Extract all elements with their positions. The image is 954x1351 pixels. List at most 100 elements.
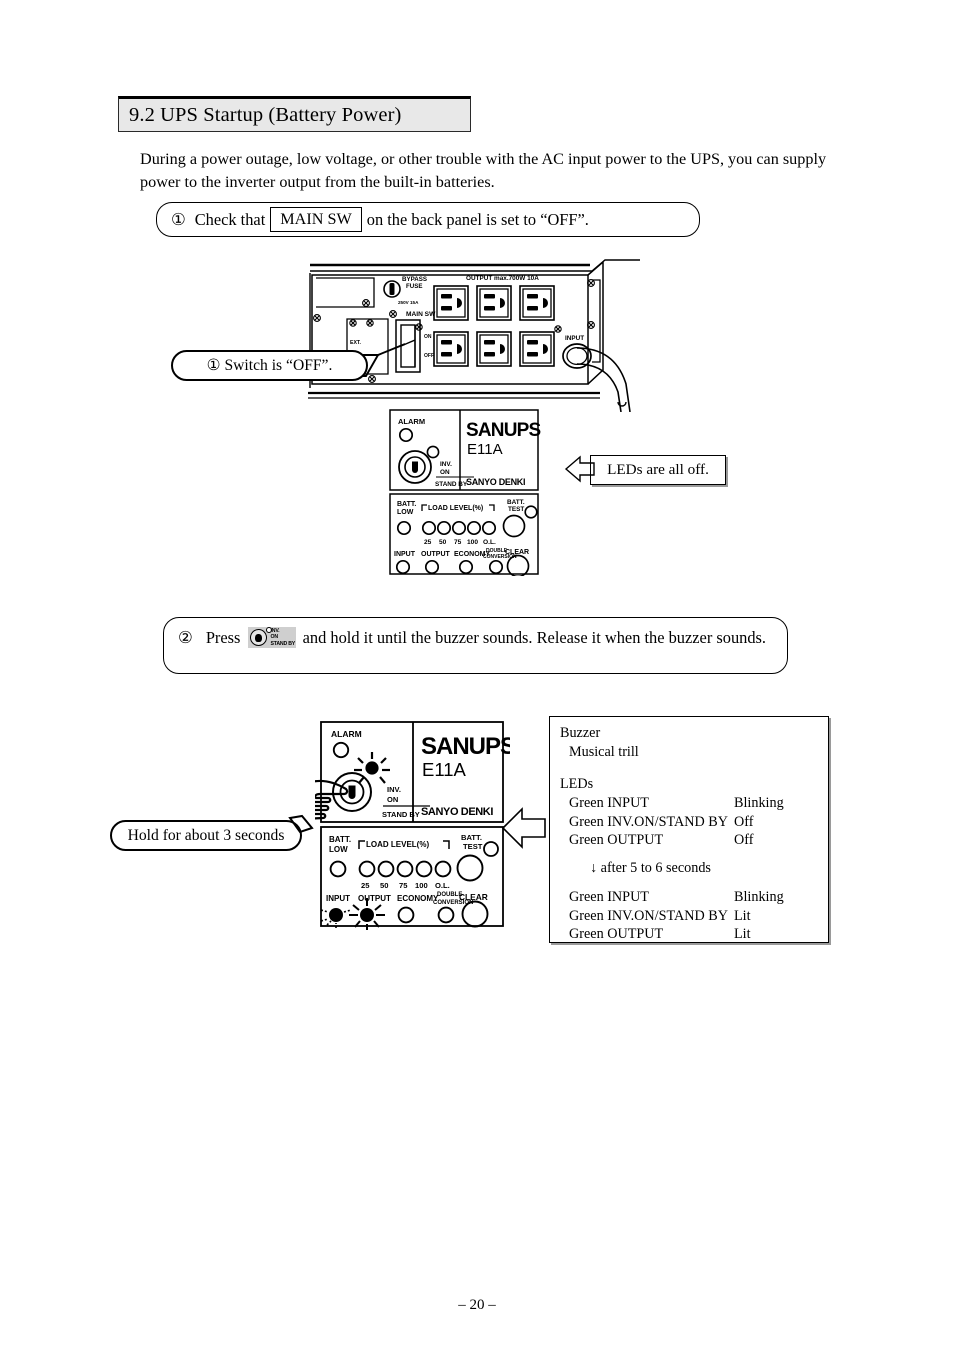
load-tick-50-2: 50 [380, 881, 388, 890]
batt-low-label-2-line1: BATT. [329, 835, 351, 844]
transition-note: ↓ after 5 to 6 seconds [590, 859, 711, 876]
batt-test-button [502, 514, 526, 538]
front-panel-diagram-pressed: ALARM INV. ON STAND BY SANUPS E11A SANYO… [315, 718, 510, 930]
led-name: Green OUTPUT [569, 926, 664, 943]
led-name: Green OUTPUT [569, 832, 664, 849]
batt-test-label-line2: TEST [508, 506, 524, 513]
inv-label-2-line1: INV. [387, 785, 401, 794]
bypass-fuse-holder [383, 280, 401, 298]
step-1-text-after: on the back panel is set to “OFF”. [366, 209, 589, 229]
section-heading: 9.2 UPS Startup (Battery Power) [118, 96, 471, 132]
front-panel-diagram-off: ALARM INV. ON STAND BY SANUPS E11A SANYO… [388, 408, 543, 576]
brand-label-2: SANUPS [421, 733, 510, 760]
intro-paragraph: During a power outage, low voltage, or o… [140, 150, 827, 191]
led-name: Green INV.ON/STAND BY [569, 907, 728, 924]
alarm-label: ALARM [398, 417, 425, 426]
status-leds [395, 559, 504, 575]
output-label: OUTPUT max.700W 10A [466, 275, 539, 282]
input-led-lit [320, 908, 352, 928]
pointing-hand-icon [315, 779, 349, 820]
alarm-label-2: ALARM [331, 729, 362, 739]
output-receptacles [433, 285, 555, 367]
load-tick-25: 25 [424, 539, 432, 546]
alarm-led [398, 427, 414, 443]
page-number: – 20 – [458, 1297, 496, 1313]
model-label-2: E11A [422, 759, 467, 780]
fuse-rating-label: 250V 15A [398, 300, 419, 305]
leds-off-arrow-icon [564, 455, 595, 483]
batt-low-label-line2: LOW [397, 509, 414, 516]
status-row: Green INPUT Blinking [560, 794, 828, 812]
led-name: Green INV.ON/STAND BY [569, 813, 728, 830]
hold-3-seconds-callout: Hold for about 3 seconds [110, 820, 302, 851]
input-led-label-2: INPUT [326, 894, 350, 903]
bypass-fuse-label-line1: BYPASS [402, 276, 427, 283]
batt-low-led [396, 520, 412, 536]
status-row: Green OUTPUT Lit [560, 925, 828, 943]
inline-icon-label-line3: STAND BY [270, 640, 296, 647]
input-led-label: INPUT [394, 551, 416, 558]
step-1-text-before: Check that [194, 209, 266, 229]
clear-button-2 [461, 900, 489, 928]
step-2-instruction: ② Press INV. ON STAND BY and hold it unt… [163, 617, 788, 674]
economy-led-2 [397, 906, 415, 924]
load-level-leds [421, 520, 497, 536]
clear-button [506, 554, 530, 576]
inv-label-line3: STAND BY [435, 481, 468, 488]
alarm-led-2 [332, 741, 350, 759]
load-tick-100: 100 [467, 539, 478, 546]
buzzer-title: Buzzer [560, 725, 601, 741]
batt-low-label-2-line2: LOW [329, 845, 348, 854]
output-led-label: OUTPUT [421, 551, 451, 558]
section-heading-text: 9.2 UPS Startup (Battery Power) [129, 103, 402, 126]
load-tick-75-2: 75 [399, 881, 408, 890]
led-state: Lit [734, 926, 751, 943]
main-sw-on-label: ON [424, 334, 432, 340]
batt-test-led [524, 505, 538, 519]
ext-label: EXT. [350, 340, 362, 346]
brand-label: SANUPS [466, 420, 541, 441]
led-status-table: Buzzer Musical trill LEDs Green INPUT Bl… [549, 716, 829, 943]
step-2-number: ② [178, 628, 193, 647]
inv-label-line2: ON [440, 469, 450, 476]
double-conversion-led-2 [437, 906, 455, 924]
step-2-text-before: Press [205, 628, 241, 647]
status-row: Green INV.ON/STAND BY Off [560, 813, 828, 831]
led-name: Green INPUT [569, 795, 649, 812]
main-sw-boxed-label: MAIN SW [270, 206, 362, 233]
batt-test-button-2 [456, 854, 484, 882]
inv-label-2-line2: ON [387, 795, 398, 804]
inv-label-line1: INV. [440, 461, 452, 468]
load-tick-50: 50 [439, 539, 447, 546]
load-level-label-2: LOAD LEVEL(%) [366, 840, 429, 849]
inv-on-standby-button [398, 450, 432, 484]
load-tick-100-2: 100 [415, 881, 428, 890]
batt-low-led-2 [329, 860, 347, 878]
status-row: Green INV.ON/STAND BY Lit [560, 907, 828, 925]
main-sw-off-label: OFF [424, 353, 434, 359]
buzzer-value: Musical trill [569, 744, 639, 761]
batt-test-led-2 [483, 841, 499, 857]
status-box-arrow-icon [501, 807, 546, 849]
hold-3-seconds-text: Hold for about 3 seconds [127, 826, 285, 844]
callout-tail-icon [288, 814, 314, 834]
inv-label-2-line3: STAND BY [382, 810, 420, 819]
load-tick-ol-2: O.L. [435, 881, 450, 890]
inv-on-standby-led [426, 445, 440, 459]
maker-label: SANYO DENKI [466, 477, 525, 487]
batt-test-label-2-line1: BATT. [461, 833, 482, 842]
switch-off-callout: ① Switch is “OFF”. [171, 350, 368, 381]
leds-title: LEDs [560, 775, 594, 792]
led-name: Green INPUT [569, 889, 649, 906]
load-tick-75: 75 [454, 539, 462, 546]
main-sw-label: MAIN SW [406, 311, 436, 318]
step-2-text-after: and hold it until the buzzer sounds. Rel… [302, 628, 767, 647]
led-state: Blinking [734, 795, 784, 812]
back-panel-diagram: EXT. BYPASS FUSE 250V 15A MAIN SW ON OFF… [300, 252, 650, 412]
inv-on-standby-button-icon: INV. ON STAND BY [247, 627, 296, 648]
status-row: Green OUTPUT Off [560, 831, 828, 849]
bypass-fuse-label-line2: FUSE [406, 283, 423, 290]
inv-on-standby-button-2 [332, 772, 372, 812]
maker-label-2: SANYO DENKI [421, 806, 493, 818]
switch-off-callout-text: ① Switch is “OFF”. [206, 357, 333, 374]
